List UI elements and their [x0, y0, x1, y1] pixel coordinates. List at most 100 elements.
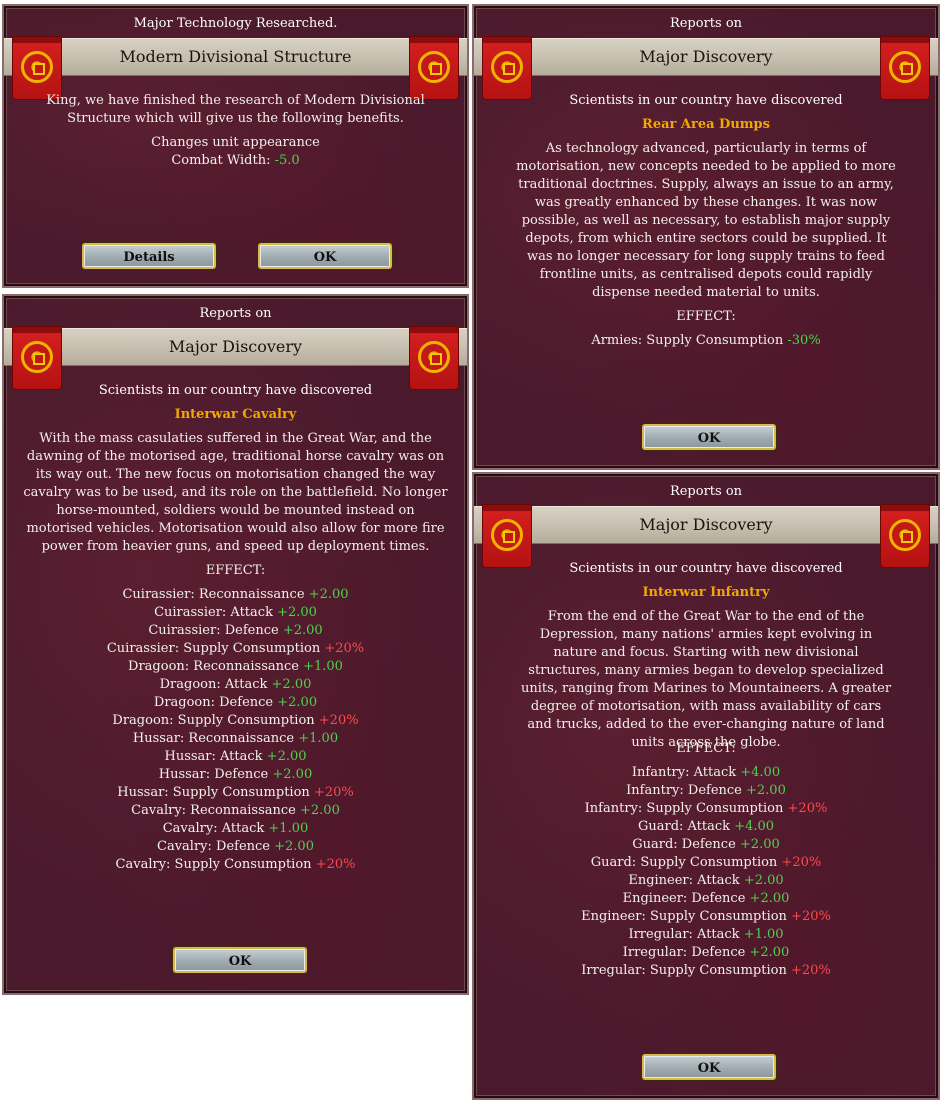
effect-value: +2.00 [746, 783, 786, 798]
effect-value: +2.00 [274, 839, 314, 854]
effect-row: Infantry: Attack +4.00 [474, 764, 938, 782]
tech-description: From the end of the Great War to the end… [520, 609, 892, 750]
benefit-label: Combat Width: [171, 153, 271, 168]
discovery-intro: Scientists in our country have discovere… [98, 383, 373, 398]
ok-button[interactable]: OK [642, 1054, 776, 1080]
effect-value: +2.00 [743, 873, 784, 888]
effect-value: +20% [324, 641, 365, 656]
effect-row: Guard: Attack +4.00 [474, 818, 938, 836]
effect-row: Engineer: Defence +2.00 [474, 890, 938, 908]
effect-row: Armies: Supply Consumption -30% [474, 332, 938, 350]
effect-value: +2.00 [749, 891, 790, 906]
effect-list: Armies: Supply Consumption -30% [474, 332, 938, 350]
panel-banner: Major Discovery [4, 328, 467, 366]
effect-label: Cavalry: Reconnaissance [131, 803, 300, 818]
effect-label: Cuirassier: Reconnaissance [122, 587, 309, 602]
effect-header: EFFECT: [205, 563, 266, 578]
effect-row: Cavalry: Attack +1.00 [4, 820, 467, 838]
effect-value: -30% [787, 333, 821, 348]
effect-row: Hussar: Defence +2.00 [4, 766, 467, 784]
effect-row: Irregular: Attack +1.00 [474, 926, 938, 944]
effect-value: +1.00 [303, 659, 343, 674]
benefit-value: -5.0 [274, 153, 300, 168]
details-button[interactable]: Details [82, 243, 216, 269]
effect-row: Hussar: Supply Consumption +20% [4, 784, 467, 802]
discovery-intro: Scientists in our country have discovere… [569, 93, 843, 108]
panel-title: Major Technology Researched. [133, 16, 338, 31]
effect-row: Cuirassier: Defence +2.00 [4, 622, 467, 640]
effect-value: +20% [781, 855, 822, 870]
tech-name: Interwar Infantry [642, 585, 770, 600]
panel-banner: Major Discovery [474, 38, 938, 76]
effect-value: +2.00 [272, 767, 313, 782]
effect-row: Guard: Supply Consumption +20% [474, 854, 938, 872]
effect-value: +2.00 [277, 695, 318, 710]
effect-label: Cavalry: Attack [162, 821, 269, 836]
effect-value: +4.00 [734, 819, 775, 834]
effect-value: +20% [313, 785, 354, 800]
ok-button[interactable]: OK [258, 243, 392, 269]
effect-label: Guard: Defence [632, 837, 740, 852]
effect-label: Irregular: Supply Consumption [581, 963, 791, 978]
effect-value: +4.00 [740, 765, 781, 780]
effect-label: Engineer: Attack [628, 873, 744, 888]
effect-header: EFFECT: [676, 309, 736, 324]
effect-label: Cuirassier: Defence [148, 623, 283, 638]
ok-button[interactable]: OK [642, 424, 776, 450]
effect-row: Cuirassier: Attack +2.00 [4, 604, 467, 622]
effect-row: Infantry: Defence +2.00 [474, 782, 938, 800]
effect-row: Dragoon: Defence +2.00 [4, 694, 467, 712]
effect-value: +1.00 [298, 731, 339, 746]
effect-value: +2.00 [282, 623, 323, 638]
effect-row: Infantry: Supply Consumption +20% [474, 800, 938, 818]
effect-label: Cuirassier: Supply Consumption [106, 641, 325, 656]
flag-icon [482, 36, 532, 100]
ok-button[interactable]: OK [173, 947, 307, 973]
effect-value: +2.00 [308, 587, 349, 602]
effect-row: Dragoon: Attack +2.00 [4, 676, 467, 694]
effect-row: Hussar: Attack +2.00 [4, 748, 467, 766]
effect-value: +2.00 [266, 749, 307, 764]
effect-row: Engineer: Attack +2.00 [474, 872, 938, 890]
tech-name: Interwar Cavalry [174, 407, 297, 422]
flag-icon [409, 36, 459, 100]
effect-label: Guard: Attack [637, 819, 735, 834]
effect-label: Dragoon: Supply Consumption [112, 713, 319, 728]
effect-label: Irregular: Defence [622, 945, 750, 960]
effect-label: Dragoon: Defence [153, 695, 278, 710]
discovery-panel-interwar-cavalry: Reports on Major Discovery Scientists in… [2, 294, 469, 995]
flag-icon [409, 326, 459, 390]
effect-row: Cuirassier: Reconnaissance +2.00 [4, 586, 467, 604]
effect-row: Dragoon: Supply Consumption +20% [4, 712, 467, 730]
effect-row: Irregular: Defence +2.00 [474, 944, 938, 962]
panel-banner: Major Discovery [474, 506, 938, 544]
effect-label: Cuirassier: Attack [154, 605, 278, 620]
effect-list: Cuirassier: Reconnaissance +2.00 Cuirassi… [4, 586, 467, 874]
tech-description: With the mass casulaties suffered in the… [23, 431, 448, 554]
effect-value: +20% [318, 713, 359, 728]
effect-header: EFFECT: [676, 741, 736, 756]
effect-value: +20% [787, 801, 828, 816]
effect-label: Hussar: Attack [164, 749, 267, 764]
effect-label: Hussar: Defence [158, 767, 273, 782]
effect-row: Irregular: Supply Consumption +20% [474, 962, 938, 980]
effect-row: Guard: Defence +2.00 [474, 836, 938, 854]
effect-value: +20% [315, 857, 356, 872]
body-line-1: King, we have finished the research of M… [46, 93, 425, 108]
tech-name: Rear Area Dumps [642, 117, 770, 132]
effect-row: Cavalry: Reconnaissance +2.00 [4, 802, 467, 820]
effect-row: Cuirassier: Supply Consumption +20% [4, 640, 467, 658]
effect-value: +2.00 [277, 605, 317, 620]
effect-list: Infantry: Attack +4.00 Infantry: Defence … [474, 764, 938, 980]
flag-icon [880, 504, 930, 568]
effect-label: Infantry: Defence [626, 783, 746, 798]
effect-value: +20% [791, 909, 831, 924]
effect-label: Irregular: Attack [628, 927, 744, 942]
benefit-combat-width: Combat Width: -5.0 [4, 152, 467, 170]
tech-researched-panel: Major Technology Researched. Modern Divi… [2, 4, 469, 288]
effect-label: Engineer: Defence [622, 891, 750, 906]
effect-value: +1.00 [268, 821, 309, 836]
effect-value: +2.00 [271, 677, 312, 692]
effect-label: Engineer: Supply Consumption [581, 909, 792, 924]
panel-title: Reports on [199, 306, 272, 321]
